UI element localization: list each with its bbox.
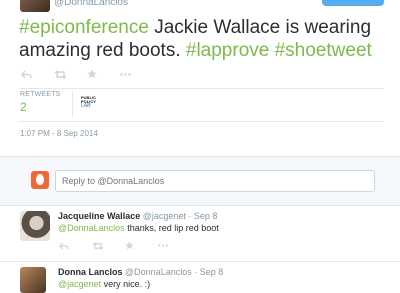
star-icon[interactable]: [125, 241, 158, 250]
tweet-timestamp[interactable]: 1:07 PM - 8 Sep 2014: [20, 129, 98, 138]
author-avatar[interactable]: [20, 0, 50, 12]
reply-date[interactable]: · Sep 8: [188, 211, 217, 221]
more-icon[interactable]: [120, 72, 153, 76]
reply-author-name[interactable]: Jacqueline Wallace: [58, 211, 140, 221]
current-user-avatar: [31, 171, 49, 189]
tweet-actions: [21, 69, 153, 79]
tweet-text: #epiconference Jackie Wallace is wearing…: [19, 16, 389, 62]
retweeter-lab: LAB: [81, 103, 91, 109]
reply-author-handle[interactable]: @jacgenet: [143, 211, 186, 221]
reply-date[interactable]: · Sep 8: [194, 267, 223, 277]
retweet-icon[interactable]: [92, 241, 125, 250]
reply-text: @DonnaLanclos thanks, red lip red boot: [58, 223, 219, 233]
follow-button[interactable]: [322, 0, 384, 6]
retweeter-avatar[interactable]: PUBLIC POLICY LAB: [81, 96, 99, 110]
reply-actions: [59, 241, 191, 250]
reply-body: thanks, red lip red boot: [124, 223, 219, 233]
reply-text: @jacgenet very nice. :): [58, 279, 150, 289]
reply-mention[interactable]: @jacgenet: [58, 279, 101, 289]
reply-author-handle[interactable]: @DonnaLanclos: [125, 267, 192, 277]
avatar[interactable]: [20, 211, 50, 241]
reply-icon[interactable]: [59, 241, 92, 250]
retweets-count: 2: [20, 100, 27, 114]
retweet-stats[interactable]: RETWEETS 2: [20, 91, 61, 114]
divider: [19, 88, 384, 89]
divider: [0, 261, 400, 262]
divider: [19, 121, 384, 122]
retweet-icon[interactable]: [54, 69, 87, 79]
more-icon[interactable]: [158, 244, 191, 247]
reply-author-name[interactable]: Donna Lanclos: [58, 267, 123, 277]
stat-divider: [72, 92, 73, 116]
retweets-label: RETWEETS: [20, 91, 61, 98]
reply-header: Jacqueline Wallace @jacgenet · Sep 8: [58, 211, 217, 221]
reply-icon[interactable]: [21, 70, 54, 79]
author-handle[interactable]: @DonnaLanclos: [54, 0, 128, 8]
reply-input[interactable]: [55, 170, 375, 192]
star-icon[interactable]: [87, 69, 120, 79]
reply-body: very nice. :): [101, 279, 151, 289]
reply-header: Donna Lanclos @DonnaLanclos · Sep 8: [58, 267, 223, 277]
hashtag-lapprove[interactable]: #lapprove: [186, 40, 269, 61]
avatar[interactable]: [20, 267, 46, 293]
hashtag-shoetweet[interactable]: #shoetweet: [275, 40, 372, 61]
hashtag-epiconference[interactable]: #epiconference: [19, 17, 149, 38]
reply-mention[interactable]: @DonnaLanclos: [58, 223, 125, 233]
divider: [0, 205, 400, 206]
